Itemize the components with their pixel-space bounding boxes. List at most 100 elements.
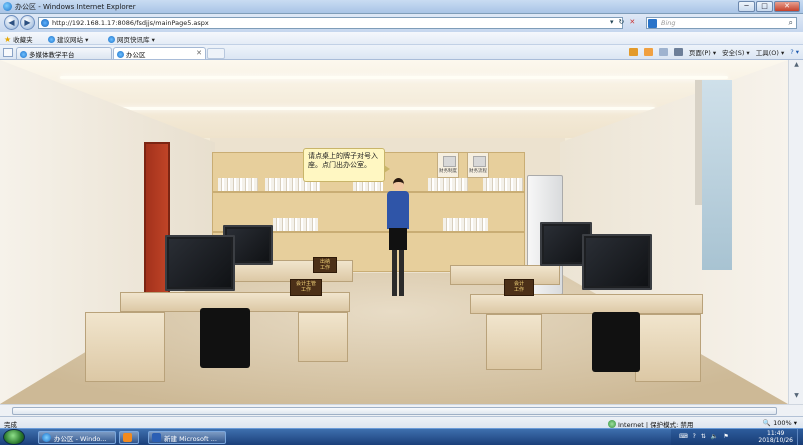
books (443, 218, 488, 231)
flag-icon[interactable]: ⚑ (723, 433, 728, 440)
ie-page-icon (20, 50, 27, 58)
help-icon[interactable]: ? (693, 433, 696, 440)
books (218, 178, 258, 191)
clock-time: 11:49 (767, 430, 785, 437)
close-tab-icon[interactable]: ✕ (196, 49, 202, 57)
feeds-icon[interactable] (643, 48, 653, 56)
wall-sign-finance-process: 财务流程 (467, 152, 489, 178)
address-toolbar: ◀ ▶ http://192.168.1.17:8086/fsdjjs/main… (0, 14, 803, 32)
mail-icon[interactable] (658, 48, 668, 56)
stop-icon[interactable]: ✕ (629, 18, 635, 26)
speech-tail (384, 165, 390, 173)
ie-page-icon (117, 50, 124, 58)
desk-front-right (470, 294, 703, 314)
tab-bar: 多媒体教学平台 办公区 ✕ 页面(P) ▾ 安全(S) ▾ 工具(O) ▾ ? … (0, 45, 803, 60)
globe-icon (608, 420, 616, 428)
command-bar: 页面(P) ▾ 安全(S) ▾ 工具(O) ▾ ? ▾ (628, 47, 799, 57)
books (273, 218, 318, 231)
print-icon[interactable] (673, 48, 683, 56)
system-tray: ⌨ ? ⇅ 🔈 ⚑ 11:49 2018/10/26 (671, 429, 803, 445)
volume-icon[interactable]: 🔈 (711, 433, 718, 440)
show-desktop-button[interactable] (797, 429, 803, 445)
books (483, 178, 523, 191)
ie-logo-icon (42, 433, 51, 442)
tab-office-area[interactable]: 办公区 ✕ (113, 47, 206, 59)
network-icon[interactable]: ⇅ (701, 433, 706, 440)
office-chair (200, 308, 250, 368)
quick-tabs-button[interactable] (3, 48, 13, 57)
desk-cabinet (635, 314, 701, 382)
tray-icons: ⌨ ? ⇅ 🔈 ⚑ (679, 433, 729, 440)
page-icon (41, 19, 49, 27)
favorites-button[interactable]: ★ 收藏夹 (4, 34, 33, 44)
web-slice-link[interactable]: 网页快讯库 ▾ (108, 34, 155, 44)
scrollbar-thumb[interactable] (12, 407, 777, 415)
word-icon (152, 433, 161, 442)
office-chair (592, 312, 640, 372)
new-tab-button[interactable] (207, 48, 225, 59)
taskbar-media-player[interactable] (119, 431, 139, 444)
clock-date: 2018/10/26 (758, 437, 793, 444)
search-input[interactable]: Bing ⌕ (646, 17, 797, 29)
refresh-icon[interactable]: ↻ (619, 18, 625, 26)
taskbar-ie-window[interactable]: 办公区 - Windo... (38, 431, 116, 444)
nameplate-accountant[interactable]: 会计 工作 (504, 279, 534, 296)
scroll-up-icon[interactable]: ▲ (791, 61, 802, 72)
web-slice-label: 网页快讯库 ▾ (117, 36, 155, 44)
bing-logo-icon (648, 19, 657, 28)
ie-logo-icon (3, 2, 12, 11)
desk-cabinet (298, 312, 348, 362)
clock[interactable]: 11:49 2018/10/26 (758, 430, 793, 444)
search-icon[interactable]: ⌕ (789, 18, 793, 28)
forward-button[interactable]: ▶ (20, 15, 35, 30)
home-icon[interactable] (628, 48, 638, 56)
desk-cabinet (85, 312, 165, 382)
office-scene: 财务制度 财务流程 出纳 工作 会计主管 工作 会计 工作 请点桌上的牌子对号入… (0, 60, 788, 404)
close-button[interactable]: ✕ (774, 1, 800, 12)
nameplate-label: 会计 工作 (513, 281, 524, 293)
nameplate-accounting-supervisor[interactable]: 会计主管 工作 (290, 279, 322, 296)
start-button[interactable] (3, 429, 25, 445)
window-title: 办公区 - Windows Internet Explorer (15, 3, 136, 11)
minimize-button[interactable]: ─ (738, 1, 755, 12)
zoom-level: 100% (773, 419, 792, 427)
tab-label: 办公区 (126, 51, 146, 59)
tab-multimedia-platform[interactable]: 多媒体教学平台 (16, 47, 112, 59)
status-bar: 完成 Internet | 保护模式: 禁用 🔍 100% ▾ (0, 416, 803, 429)
taskbar: 办公区 - Windo... 新建 Microsoft ... ⌨ ? ⇅ 🔈 … (0, 428, 803, 445)
address-dropdown-icon[interactable]: ▾ (610, 18, 614, 26)
scroll-down-icon[interactable]: ▼ (791, 392, 802, 403)
maximize-button[interactable]: □ (756, 1, 773, 12)
suggested-sites-link[interactable]: 建议网站 ▾ (48, 34, 88, 44)
back-button[interactable]: ◀ (4, 15, 19, 30)
taskbar-word-window[interactable]: 新建 Microsoft ... (148, 431, 226, 444)
books (428, 178, 468, 191)
ie-page-icon (108, 35, 115, 43)
ie-page-icon (48, 35, 55, 43)
keyboard-icon[interactable]: ⌨ (679, 433, 688, 440)
media-player-icon (123, 433, 132, 442)
horizontal-scrollbar[interactable] (0, 404, 803, 416)
window-titlebar[interactable]: 办公区 - Windows Internet Explorer ─ □ ✕ (0, 0, 803, 14)
monitor (582, 234, 652, 290)
wall-sign-finance-policy: 财务制度 (437, 152, 459, 178)
speech-bubble: 请点桌上的牌子对号入座。点门出办公室。 (303, 148, 390, 182)
vertical-scrollbar[interactable]: ▲ ▼ (788, 60, 803, 404)
speech-text: 请点桌上的牌子对号入座。点门出办公室。 (308, 152, 378, 169)
zoom-control[interactable]: 🔍 100% ▾ (763, 419, 797, 427)
ceiling-light (110, 107, 655, 110)
nameplate-label: 出纳 工作 (319, 259, 330, 271)
taskbar-item-label: 新建 Microsoft ... (164, 434, 217, 443)
help-menu[interactable]: ? ▾ (790, 48, 799, 56)
page-menu[interactable]: 页面(P) ▾ (689, 47, 716, 57)
guide-character (382, 178, 414, 298)
ceiling-light (60, 76, 728, 79)
nameplate-cashier[interactable]: 出纳 工作 (313, 257, 337, 273)
star-icon: ★ (4, 34, 12, 44)
address-tools: ▾ ↻ ✕ (610, 18, 635, 26)
safety-menu[interactable]: 安全(S) ▾ (722, 47, 750, 57)
tools-menu[interactable]: 工具(O) ▾ (756, 47, 785, 57)
shelf-row (213, 191, 524, 193)
tab-label: 多媒体教学平台 (29, 51, 75, 59)
address-input[interactable]: http://192.168.1.17:8086/fsdjjs/mainPage… (38, 17, 623, 29)
